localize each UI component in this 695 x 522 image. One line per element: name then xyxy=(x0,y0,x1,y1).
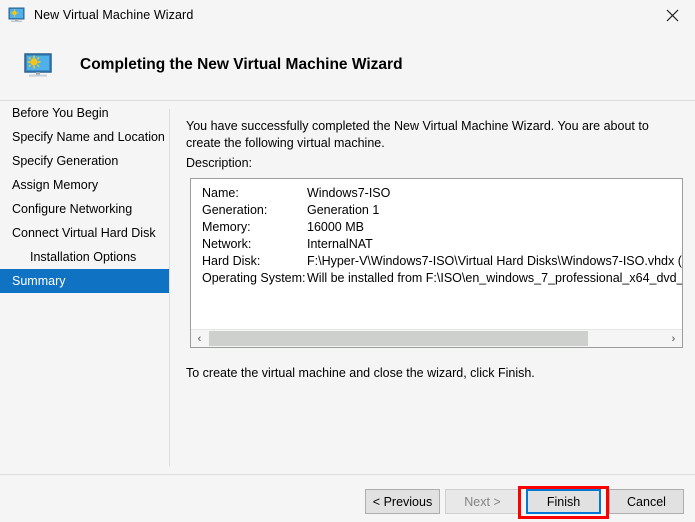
window-title: New Virtual Machine Wizard xyxy=(34,8,193,22)
virtual-machine-monitor-icon xyxy=(22,51,54,79)
sidebar-item-specify-name-and-location[interactable]: Specify Name and Location xyxy=(0,125,169,149)
new-virtual-machine-wizard-window: New Virtual Machine Wizard xyxy=(0,0,695,522)
cancel-button[interactable]: Cancel xyxy=(609,489,684,514)
summary-value: 16000 MB xyxy=(307,219,364,236)
summary-key: Name: xyxy=(202,185,307,202)
summary-key: Memory: xyxy=(202,219,307,236)
intro-text: You have successfully completed the New … xyxy=(186,118,651,152)
summary-value: InternalNAT xyxy=(307,236,373,253)
close-icon[interactable] xyxy=(649,0,695,30)
summary-row-memory: Memory:16000 MB xyxy=(191,219,682,236)
summary-value: Will be installed from F:\ISO\en_windows… xyxy=(307,270,682,287)
wizard-body: Before You Begin Specify Name and Locati… xyxy=(0,101,695,474)
scrollbar-thumb[interactable] xyxy=(209,331,588,346)
wizard-main-pane: You have successfully completed the New … xyxy=(186,101,695,474)
sidebar-divider xyxy=(169,109,170,466)
summary-description-box: Name:Windows7-ISO Generation:Generation … xyxy=(190,178,683,348)
scroll-left-icon[interactable]: ‹ xyxy=(191,330,208,347)
summary-value: Windows7-ISO xyxy=(307,185,390,202)
finish-button[interactable]: Finish xyxy=(526,489,601,514)
previous-button[interactable]: < Previous xyxy=(365,489,440,514)
virtual-machine-monitor-icon xyxy=(8,7,26,23)
sidebar-item-connect-virtual-hard-disk[interactable]: Connect Virtual Hard Disk xyxy=(0,221,169,245)
summary-row-generation: Generation:Generation 1 xyxy=(191,202,682,219)
summary-key: Generation: xyxy=(202,202,307,219)
sidebar-item-specify-generation[interactable]: Specify Generation xyxy=(0,149,169,173)
sidebar-item-before-you-begin[interactable]: Before You Begin xyxy=(0,101,169,125)
summary-row-operating-system: Operating System:Will be installed from … xyxy=(191,270,682,287)
summary-row-name: Name:Windows7-ISO xyxy=(191,185,682,202)
description-label: Description: xyxy=(186,156,252,170)
title-bar: New Virtual Machine Wizard xyxy=(0,0,695,30)
finish-hint-text: To create the virtual machine and close … xyxy=(186,366,535,380)
summary-value: Generation 1 xyxy=(307,202,379,219)
page-title: Completing the New Virtual Machine Wizar… xyxy=(80,56,403,74)
sidebar-item-installation-options[interactable]: Installation Options xyxy=(0,245,169,269)
next-button: Next > xyxy=(445,489,520,514)
summary-rows: Name:Windows7-ISO Generation:Generation … xyxy=(191,179,682,329)
summary-value: F:\Hyper-V\Windows7-ISO\Virtual Hard Dis… xyxy=(307,253,682,270)
summary-key: Network: xyxy=(202,236,307,253)
summary-key: Hard Disk: xyxy=(202,253,307,270)
sidebar-item-summary[interactable]: Summary xyxy=(0,269,169,293)
horizontal-scrollbar[interactable]: ‹ › xyxy=(191,329,682,347)
summary-key: Operating System: xyxy=(202,270,307,287)
summary-row-network: Network:InternalNAT xyxy=(191,236,682,253)
wizard-footer: < Previous Next > Finish Cancel xyxy=(0,475,695,522)
sidebar-item-assign-memory[interactable]: Assign Memory xyxy=(0,173,169,197)
page-header: Completing the New Virtual Machine Wizar… xyxy=(0,30,695,100)
summary-row-hard-disk: Hard Disk:F:\Hyper-V\Windows7-ISO\Virtua… xyxy=(191,253,682,270)
wizard-step-list: Before You Begin Specify Name and Locati… xyxy=(0,101,169,474)
sidebar-item-configure-networking[interactable]: Configure Networking xyxy=(0,197,169,221)
scroll-right-icon[interactable]: › xyxy=(665,330,682,347)
